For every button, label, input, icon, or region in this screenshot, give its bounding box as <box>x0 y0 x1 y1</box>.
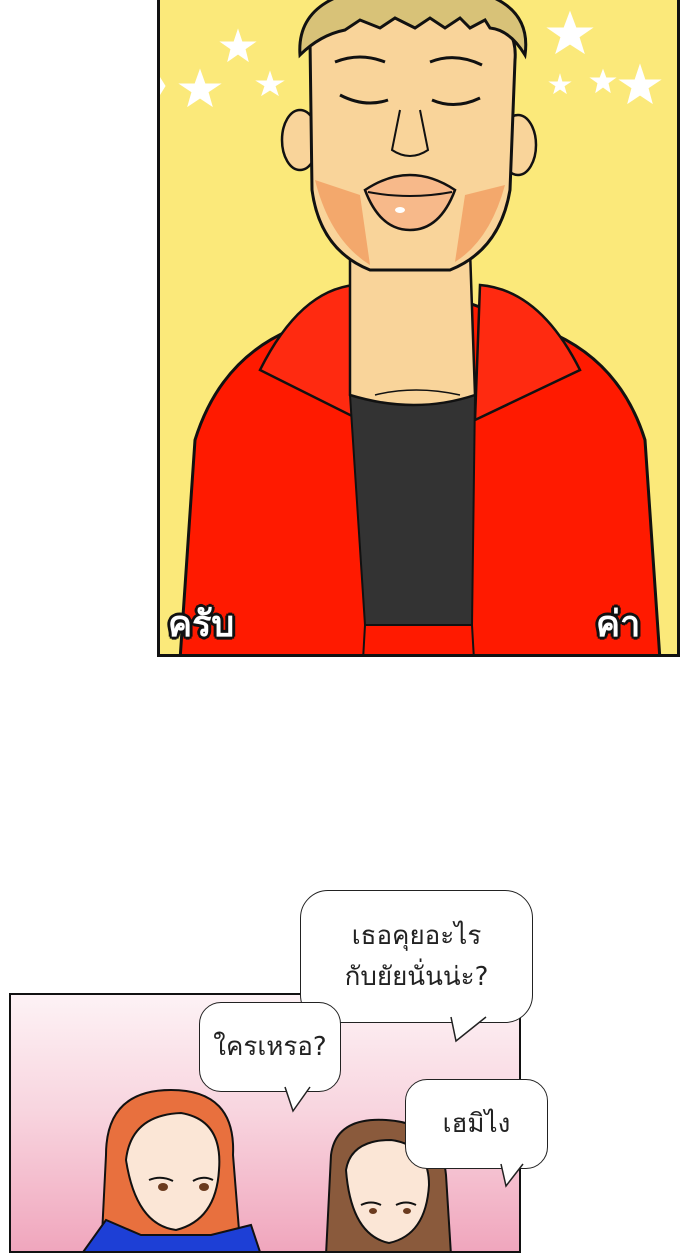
speech-line-2: กับยัยนั่นน่ะ? <box>344 961 489 992</box>
speech-text-answer: เฮมิไง <box>442 1108 511 1139</box>
sfx-text-left: ครับ <box>168 604 235 645</box>
speech-bubble-question-topic: เธอคุยอะไร กับยัยนั่นน่ะ? <box>300 890 533 1043</box>
speech-bubble-who: ใครเหรอ? <box>199 1002 341 1113</box>
character-illustration-man <box>160 0 662 654</box>
comic-panel-top: ครับ ค่า <box>157 0 680 657</box>
speech-line-1: เธอคุยอะไร <box>351 921 482 952</box>
bubble-tail <box>284 1083 311 1113</box>
sfx-text-right: ค่า <box>596 604 641 645</box>
bubble-tail <box>500 1160 524 1188</box>
speech-bubble-answer: เฮมิไง <box>405 1079 548 1188</box>
speech-text-who: ใครเหรอ? <box>213 1031 327 1062</box>
bubble-tail <box>450 1013 487 1043</box>
